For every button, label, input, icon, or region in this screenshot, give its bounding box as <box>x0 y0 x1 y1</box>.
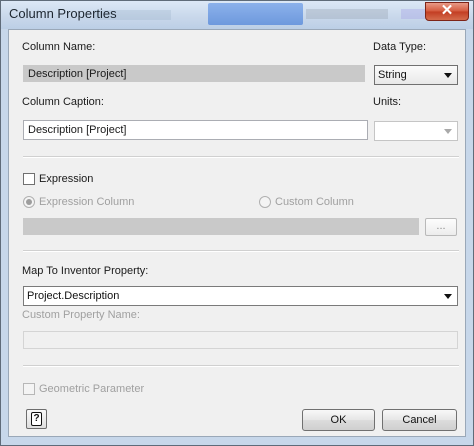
geometric-parameter-checkbox <box>23 383 35 395</box>
close-icon: ✕ <box>440 2 454 19</box>
expression-column-radio <box>23 196 35 208</box>
expression-label: Expression <box>39 173 94 185</box>
section-divider <box>23 250 459 252</box>
data-type-label: Data Type: <box>373 41 426 53</box>
background-selected-item <box>208 3 303 25</box>
column-caption-field[interactable]: Description [Project] <box>23 120 368 140</box>
geometric-parameter-label: Geometric Parameter <box>39 383 145 395</box>
column-caption-label: Column Caption: <box>22 96 104 108</box>
column-name-label: Column Name: <box>22 41 96 53</box>
map-to-inventor-property-value: Project.Description <box>27 290 120 302</box>
chevron-down-icon <box>444 294 452 299</box>
cancel-button[interactable]: Cancel <box>382 409 457 431</box>
column-properties-dialog: Column Properties ✕ Column Name: Descrip… <box>0 0 474 446</box>
map-to-inventor-property-dropdown[interactable]: Project.Description <box>23 286 458 306</box>
dialog-content: Column Name: Description [Project] Data … <box>8 29 466 437</box>
section-divider <box>23 365 459 367</box>
background-window-text <box>306 9 388 19</box>
expression-checkbox[interactable] <box>23 173 35 185</box>
ok-button[interactable]: OK <box>302 409 375 431</box>
help-icon: ? <box>31 412 42 426</box>
data-type-dropdown[interactable]: String <box>374 65 458 85</box>
chevron-down-icon <box>444 129 452 134</box>
custom-property-name-label: Custom Property Name: <box>22 309 140 321</box>
custom-column-label: Custom Column <box>275 196 354 208</box>
custom-column-radio <box>259 196 271 208</box>
title-bar[interactable]: Column Properties ✕ <box>1 1 473 29</box>
close-button[interactable]: ✕ <box>425 2 469 21</box>
expression-browse-button: ... <box>425 218 457 236</box>
column-name-field: Description [Project] <box>23 65 365 82</box>
expression-field <box>23 218 419 235</box>
units-label: Units: <box>373 96 402 108</box>
map-to-inventor-property-label: Map To Inventor Property: <box>22 265 149 277</box>
custom-property-name-field <box>23 331 458 349</box>
chevron-down-icon <box>444 73 452 78</box>
data-type-value: String <box>378 69 407 81</box>
expression-column-label: Expression Column <box>39 196 135 208</box>
dialog-title: Column Properties <box>9 6 117 21</box>
units-dropdown <box>374 121 458 141</box>
section-divider <box>23 156 459 158</box>
help-button[interactable]: ? <box>26 409 47 429</box>
